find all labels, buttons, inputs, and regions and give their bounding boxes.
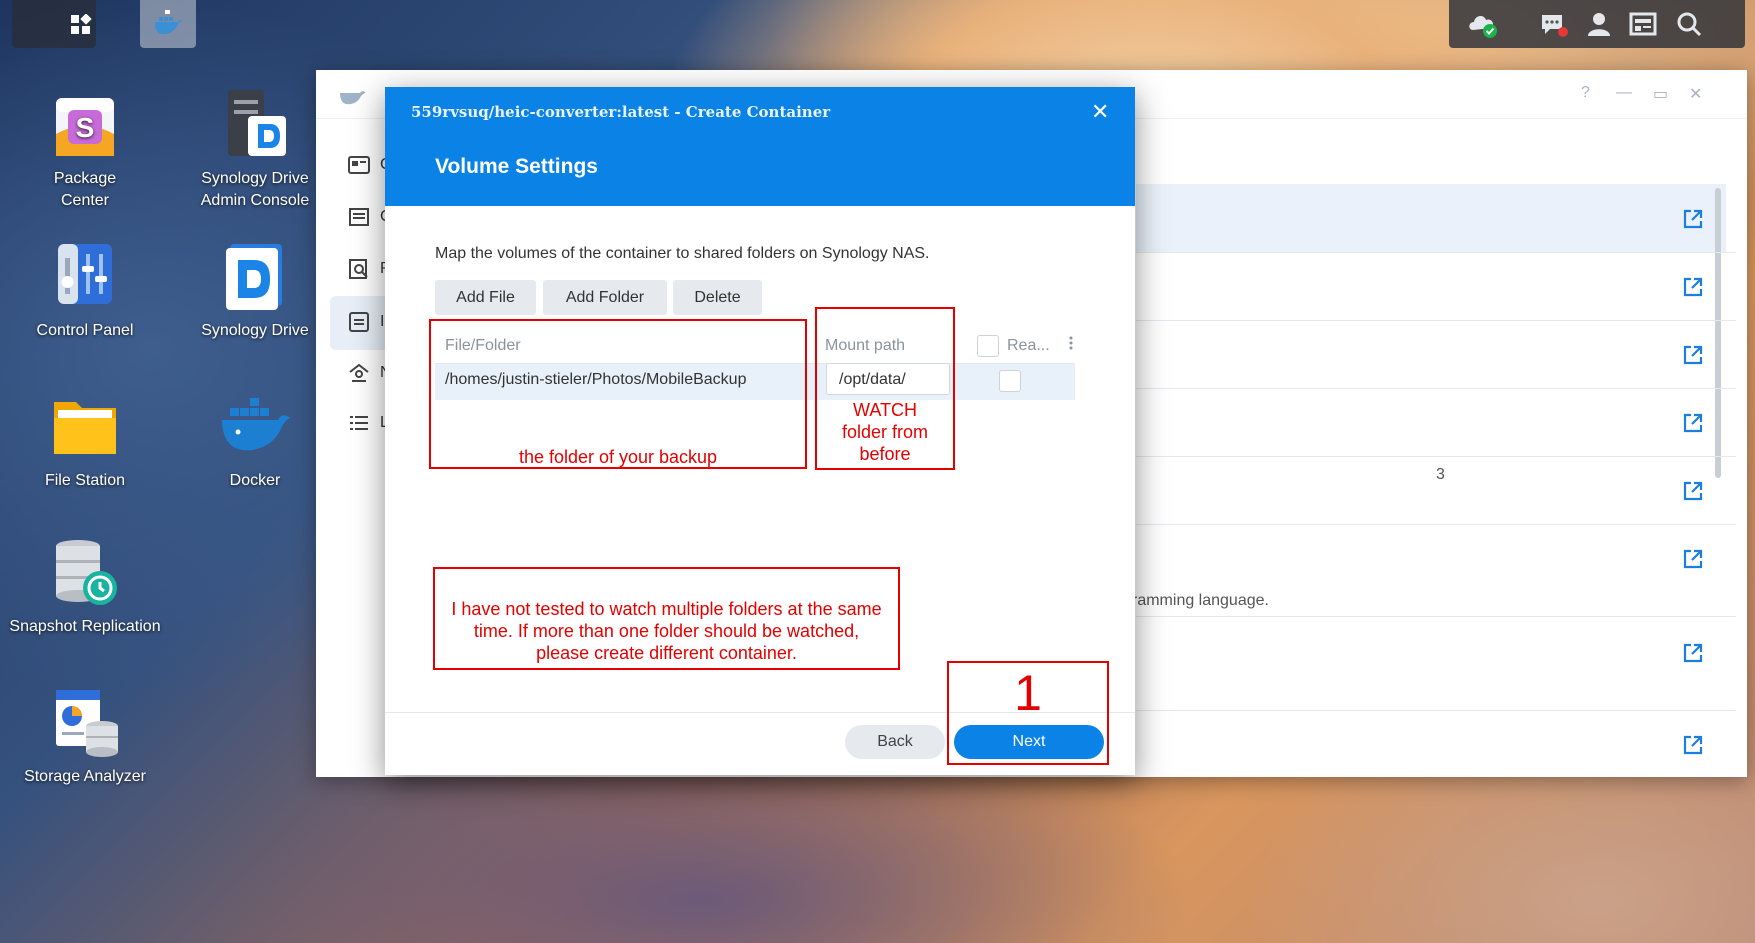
sidebar-item-registry[interactable] xyxy=(348,258,372,282)
row-divider xyxy=(1136,252,1736,253)
dialog-title: 559rvsuq/heic-converter:latest - Create … xyxy=(411,103,831,121)
row-text-fragment: 3 xyxy=(1436,466,1445,483)
desktop-icon-package-center[interactable]: S Package Center xyxy=(0,88,170,212)
svg-text:S: S xyxy=(76,112,95,143)
row-divider xyxy=(1136,388,1736,389)
sidebar-item-overview[interactable] xyxy=(348,154,372,178)
desktop-icon-label: Synology Drive Admin Console xyxy=(200,170,310,209)
scrollbar[interactable] xyxy=(1715,188,1721,478)
snapshot-replication-icon xyxy=(48,536,122,610)
open-link-icon[interactable] xyxy=(1682,548,1704,570)
file-station-icon xyxy=(48,390,122,464)
back-button[interactable]: Back xyxy=(845,725,945,759)
close-button[interactable]: ✕ xyxy=(1689,84,1702,104)
desktop-icon-synology-drive-admin[interactable]: Synology Drive Admin Console xyxy=(170,88,340,212)
docker-icon xyxy=(218,390,292,464)
package-center-icon: S xyxy=(48,88,122,162)
desktop-icon-label: Synology Drive xyxy=(201,322,309,339)
storage-analyzer-icon xyxy=(48,686,122,760)
user-icon[interactable] xyxy=(1585,10,1613,38)
row-divider xyxy=(1136,320,1736,321)
close-icon[interactable]: ✕ xyxy=(1091,99,1109,125)
sidebar-item-network[interactable] xyxy=(348,362,372,386)
desktop-icon-snapshot-replication[interactable]: Snapshot Replication xyxy=(0,536,170,638)
dialog-subtitle: Volume Settings xyxy=(435,155,598,178)
row-divider xyxy=(1136,524,1736,525)
desktop-icon-docker[interactable]: Docker xyxy=(170,390,340,492)
column-header-read-only[interactable]: Rea... xyxy=(1007,327,1050,364)
desktop-icon-label: Control Panel xyxy=(36,322,134,339)
annotation-multi-note: I have not tested to watch multiple fold… xyxy=(451,599,882,663)
delete-button[interactable]: Delete xyxy=(673,280,762,315)
cloud-sync-icon[interactable] xyxy=(1467,10,1497,38)
widgets-icon[interactable] xyxy=(1629,10,1657,38)
annotation-step-number: 1 xyxy=(1014,665,1042,721)
maximize-button[interactable]: ▭ xyxy=(1653,84,1668,104)
synology-drive-admin-icon xyxy=(218,88,292,162)
taskbar-right xyxy=(1449,0,1745,48)
selected-row[interactable] xyxy=(1136,184,1726,252)
column-menu-icon[interactable] xyxy=(1069,333,1073,353)
row-divider xyxy=(1136,710,1736,711)
add-folder-button[interactable]: Add Folder xyxy=(543,280,667,315)
desktop-icon-label: Storage Analyzer xyxy=(24,768,146,785)
desktop-icon-file-station[interactable]: File Station xyxy=(0,390,170,492)
synology-drive-icon xyxy=(218,240,292,314)
dialog-header: 559rvsuq/heic-converter:latest - Create … xyxy=(385,87,1135,206)
minimize-button[interactable]: — xyxy=(1616,84,1632,102)
open-link-icon[interactable] xyxy=(1682,344,1704,366)
docker-icon xyxy=(338,84,366,111)
desktop-icon-label: Package Center xyxy=(53,170,117,209)
desktop-icon-synology-drive[interactable]: Synology Drive xyxy=(170,240,340,342)
open-link-icon[interactable] xyxy=(1682,276,1704,298)
open-link-icon[interactable] xyxy=(1682,734,1704,756)
open-link-icon[interactable] xyxy=(1682,208,1704,230)
sidebar-item-image[interactable] xyxy=(348,311,372,335)
read-only-select-all-checkbox[interactable] xyxy=(977,335,999,357)
chat-notification-icon[interactable] xyxy=(1539,10,1568,38)
desktop-icon-storage-analyzer[interactable]: Storage Analyzer xyxy=(0,686,170,788)
row-divider xyxy=(1136,616,1736,617)
dialog-description: Map the volumes of the container to shar… xyxy=(435,245,930,262)
taskbar-docker-button[interactable] xyxy=(140,0,196,48)
row-divider xyxy=(1136,456,1736,457)
sidebar-item-log[interactable] xyxy=(348,412,372,436)
sidebar-letter: I xyxy=(380,313,385,330)
add-file-button[interactable]: Add File xyxy=(435,280,536,315)
sidebar-item-container[interactable] xyxy=(348,206,372,230)
desktop-icon-label: Docker xyxy=(229,472,281,489)
read-only-checkbox[interactable] xyxy=(999,370,1021,392)
annotation-watch-note: WATCH folder from before xyxy=(841,400,929,464)
open-link-icon[interactable] xyxy=(1682,412,1704,434)
open-link-icon[interactable] xyxy=(1682,480,1704,502)
desktop-icon-control-panel[interactable]: Control Panel xyxy=(0,240,170,342)
open-link-icon[interactable] xyxy=(1682,642,1704,664)
desktop-icon-label: Snapshot Replication xyxy=(9,618,161,635)
apps-grid-icon[interactable] xyxy=(70,13,92,36)
docker-icon xyxy=(153,10,183,41)
search-icon[interactable] xyxy=(1675,10,1703,38)
desktop-icon-label: File Station xyxy=(44,472,126,489)
control-panel-icon xyxy=(48,240,122,314)
taskbar-left xyxy=(12,0,96,48)
help-button[interactable]: ? xyxy=(1581,84,1590,102)
annotation-folder-note: the folder of your backup xyxy=(518,447,718,467)
row-description: ramming language. xyxy=(1132,592,1269,609)
